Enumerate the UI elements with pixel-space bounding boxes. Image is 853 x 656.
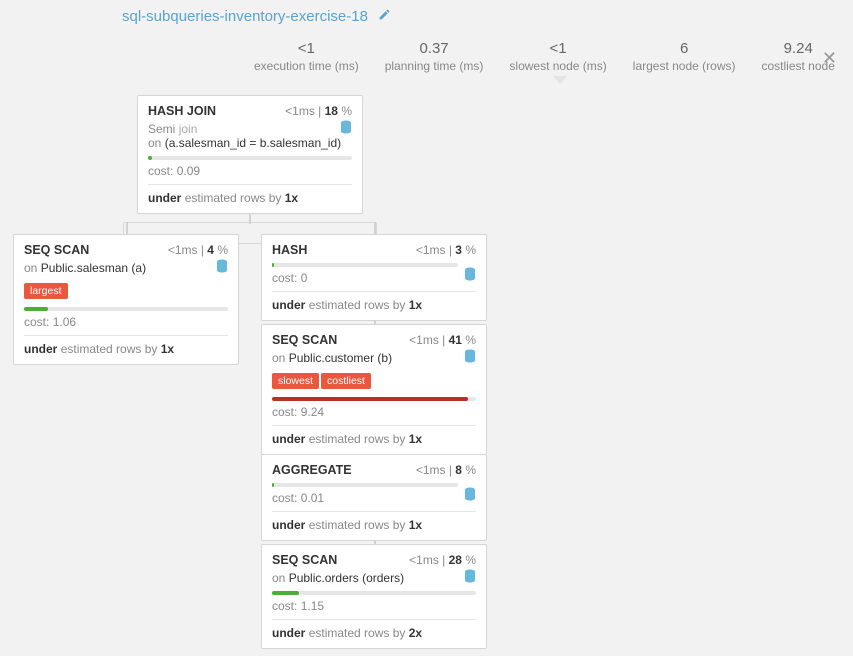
title-text: sql-subqueries-inventory-exercise-18	[122, 8, 368, 25]
cost-bar	[148, 156, 352, 160]
database-icon	[464, 349, 476, 363]
metric-label: largest node (rows)	[633, 59, 736, 73]
estimate-line: under estimated rows by 1x	[272, 518, 476, 532]
node-timing: <1ms | 41 %	[409, 333, 476, 347]
metric-value: 0.37	[385, 40, 484, 57]
node-subtext: on Public.orders (orders)	[272, 571, 476, 585]
cost-bar	[272, 397, 476, 401]
cost-bar	[272, 591, 476, 595]
database-icon	[216, 259, 228, 273]
metric-value: 6	[633, 40, 736, 57]
cost-bar	[24, 307, 228, 311]
metric-label: slowest node (ms)	[509, 59, 606, 73]
badge-slowest: slowest	[272, 373, 319, 389]
node-title: HASH	[272, 243, 307, 257]
node-title: SEQ SCAN	[272, 553, 337, 567]
node-hash[interactable]: HASH <1ms | 3 % cost: 0 under estimated …	[261, 234, 487, 321]
metric-largest: 6 largest node (rows)	[633, 40, 736, 73]
node-subtext: on Public.customer (b)	[272, 351, 476, 365]
metric-label: planning time (ms)	[385, 59, 484, 73]
cost-line: cost: 0.09	[148, 164, 352, 178]
cost-line: cost: 1.15	[272, 599, 476, 613]
edit-icon[interactable]	[378, 8, 391, 25]
badge-largest: largest	[24, 283, 68, 299]
node-hash-join[interactable]: HASH JOIN <1ms | 18 % Semi join on (a.sa…	[137, 95, 363, 214]
node-timing: <1ms | 8 %	[416, 463, 476, 477]
node-title: AGGREGATE	[272, 463, 352, 477]
page-title: sql-subqueries-inventory-exercise-18	[122, 8, 391, 25]
node-aggregate[interactable]: AGGREGATE <1ms | 8 % cost: 0.01 under es…	[261, 454, 487, 541]
cost-line: cost: 9.24	[272, 405, 476, 419]
node-timing: <1ms | 18 %	[285, 104, 352, 118]
database-icon	[464, 569, 476, 583]
estimate-line: under estimated rows by 1x	[272, 432, 476, 446]
estimate-line: under estimated rows by 1x	[24, 342, 228, 356]
metric-value: <1	[254, 40, 359, 57]
metrics-bar: <1 execution time (ms) 0.37 planning tim…	[254, 40, 835, 73]
database-icon	[340, 120, 352, 134]
node-subtext: Semi join on (a.salesman_id = b.salesman…	[148, 122, 352, 150]
cost-bar	[272, 483, 458, 487]
node-title: SEQ SCAN	[24, 243, 89, 257]
metric-value: <1	[509, 40, 606, 57]
node-subtext: on Public.salesman (a)	[24, 261, 228, 275]
node-timing: <1ms | 3 %	[416, 243, 476, 257]
metric-slowest: <1 slowest node (ms)	[509, 40, 606, 73]
node-timing: <1ms | 4 %	[168, 243, 228, 257]
node-title: HASH JOIN	[148, 104, 216, 118]
database-icon	[464, 267, 476, 281]
cost-bar	[272, 263, 458, 267]
badge-costliest: costliest	[321, 373, 371, 389]
close-icon[interactable]: ✕	[822, 48, 837, 69]
estimate-line: under estimated rows by 1x	[148, 191, 352, 205]
cost-line: cost: 0	[272, 271, 476, 285]
estimate-line: under estimated rows by 2x	[272, 626, 476, 640]
metrics-pointer-icon	[553, 76, 567, 84]
cost-line: cost: 0.01	[272, 491, 476, 505]
estimate-line: under estimated rows by 1x	[272, 298, 476, 312]
node-seqscan-salesman[interactable]: SEQ SCAN <1ms | 4 % on Public.salesman (…	[13, 234, 239, 365]
metric-label: execution time (ms)	[254, 59, 359, 73]
metric-plan-time: 0.37 planning time (ms)	[385, 40, 484, 73]
cost-line: cost: 1.06	[24, 315, 228, 329]
node-timing: <1ms | 28 %	[409, 553, 476, 567]
node-title: SEQ SCAN	[272, 333, 337, 347]
node-seqscan-orders[interactable]: SEQ SCAN <1ms | 28 % on Public.orders (o…	[261, 544, 487, 649]
database-icon	[464, 487, 476, 501]
metric-exec-time: <1 execution time (ms)	[254, 40, 359, 73]
node-seqscan-customer[interactable]: SEQ SCAN <1ms | 41 % on Public.customer …	[261, 324, 487, 455]
